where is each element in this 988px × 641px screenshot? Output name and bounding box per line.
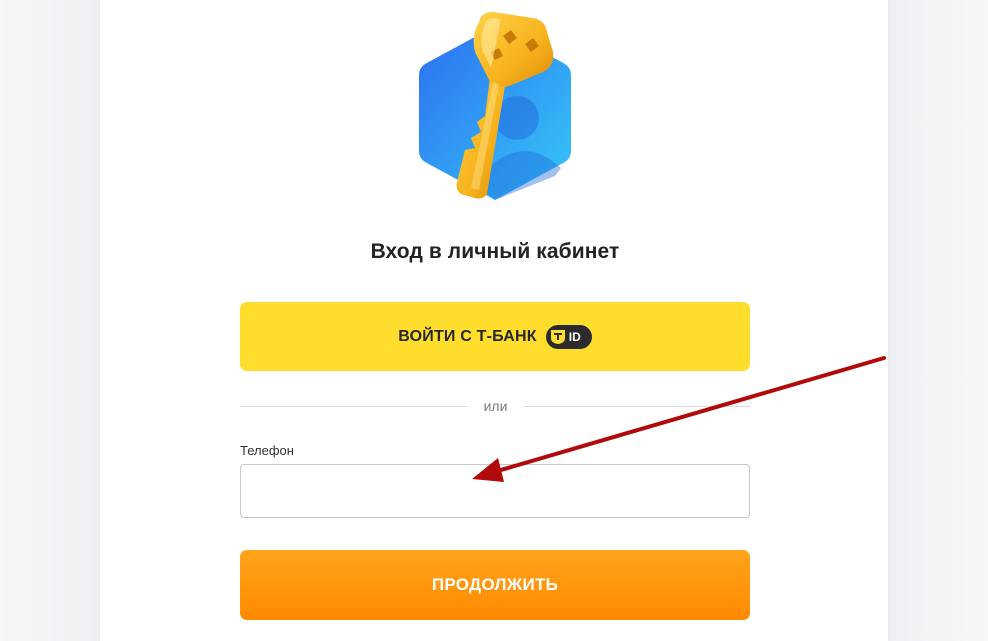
phone-label: Телефон [240,443,294,458]
or-text: или [483,398,508,414]
tbank-shield-icon [550,329,565,344]
divider-line-left [240,406,467,407]
divider-line-right [524,406,750,407]
or-divider: или [240,398,750,416]
tbank-login-label: ВОЙТИ С Т-БАНК [398,327,537,345]
key-hexagon-icon [419,12,571,200]
tbank-id-text: ID [568,329,581,344]
page: Вход в личный кабинет ВОЙТИ С Т-БАНК ID … [0,0,988,641]
phone-input[interactable] [240,464,750,518]
page-title: Вход в личный кабинет [370,240,620,263]
tbank-login-button[interactable]: ВОЙТИ С Т-БАНК ID [240,302,750,371]
tbank-id-badge: ID [545,324,592,349]
continue-button[interactable]: ПРОДОЛЖИТЬ [240,550,750,620]
